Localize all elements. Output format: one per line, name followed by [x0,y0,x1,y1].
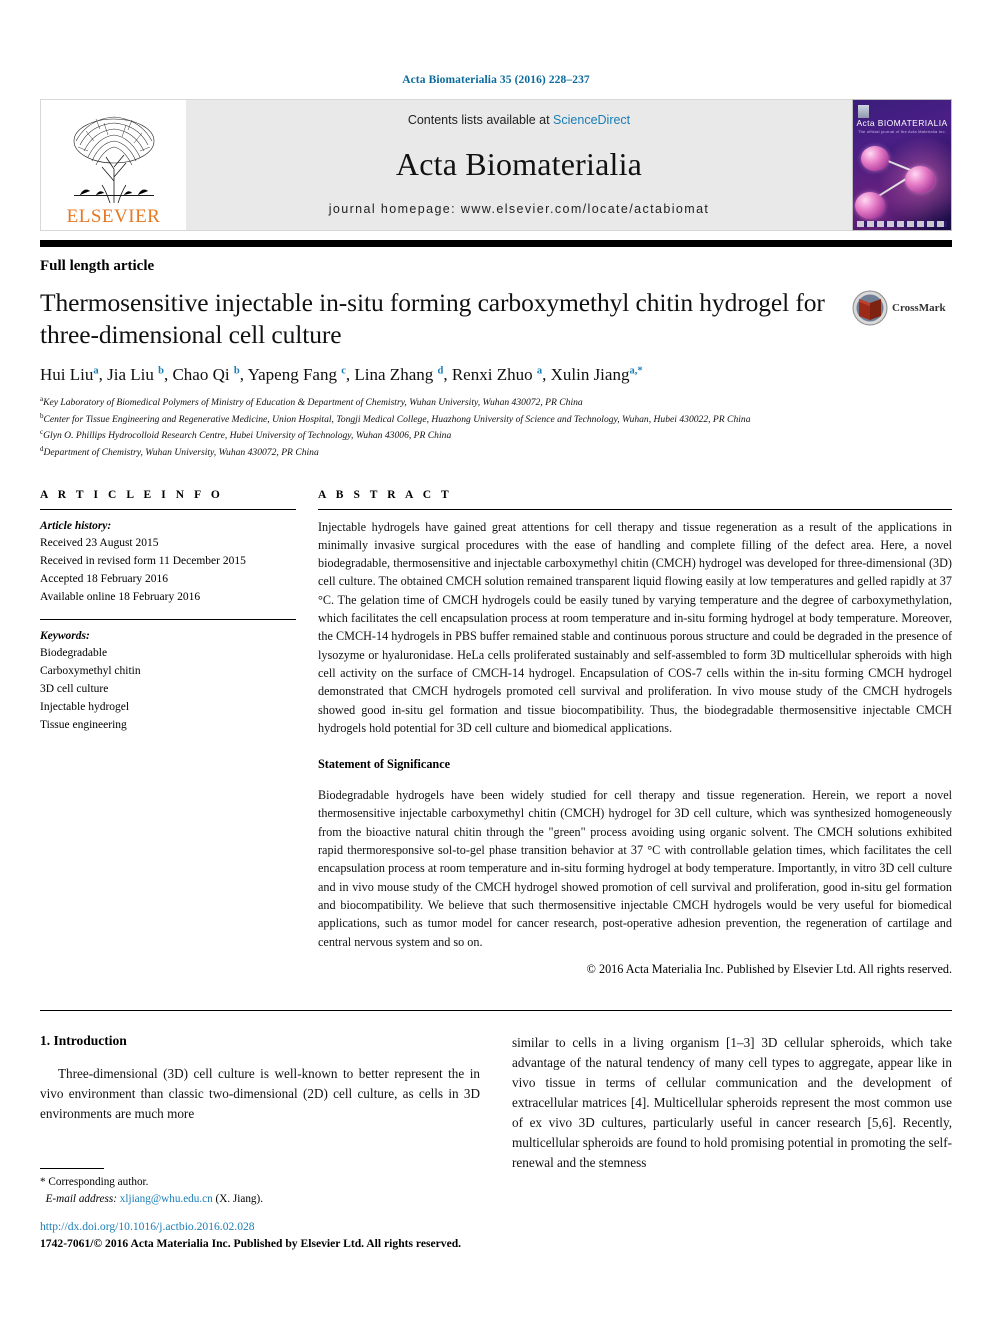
running-head: Acta Biomaterialia 35 (2016) 228–237 [402,74,590,86]
affiliation-text: Key Laboratory of Biomedical Polymers of… [43,397,583,409]
elsevier-logo: ELSEVIER [40,99,186,231]
info-abstract-panel: A R T I C L E I N F O Article history: R… [40,489,952,977]
section-heading-introduction: 1. Introduction [40,1032,127,1048]
elsevier-wordmark: ELSEVIER [66,206,161,227]
keyword-item: Tissue engineering [40,718,127,731]
header-divider [40,240,952,247]
journal-homepage[interactable]: journal homepage: www.elsevier.com/locat… [329,202,710,216]
statement-of-significance-heading: Statement of Significance [318,757,451,772]
author-item: Chao Qi b [172,365,240,385]
issn-copyright-line: 1742-7061/© 2016 Acta Materialia Inc. Pu… [40,1236,462,1250]
elsevier-tree-icon [73,116,154,204]
crossmark-badge[interactable]: CrossMark [852,287,952,326]
sciencedirect-link[interactable]: ScienceDirect [553,113,630,127]
abstract-body: Injectable hydrogels have gained great a… [318,519,952,735]
cover-subtitle-text: The official journal of the Acta Materia… [857,129,946,134]
body-columns: 1. Introduction Three-dimensional (3D) c… [40,1033,952,1173]
journal-masthead: ELSEVIER Contents lists available at Sci… [40,99,952,231]
affiliation-item: bCenter for Tissue Engineering and Regen… [40,411,952,428]
contents-available-line: Contents lists available at ScienceDirec… [408,113,630,127]
abstract-copyright: © 2016 Acta Materialia Inc. Published by… [586,961,952,976]
cover-bottom-bar [857,221,947,227]
affiliation-item: dDepartment of Chemistry, Wuhan Universi… [40,444,952,461]
corresponding-author-line: * Corresponding author. [40,1176,149,1188]
cover-sphere [861,146,889,171]
history-item: Available online 18 February 2016 [40,590,201,603]
statement-of-significance-body: Biodegradable hydrogels have been widely… [318,788,952,949]
title-row: Thermosensitive injectable in-situ formi… [40,287,952,351]
email-suffix: (X. Jiang). [215,1192,264,1205]
author-item: Renxi Zhuo a [451,365,543,385]
divider [40,618,296,620]
masthead-center: Contents lists available at ScienceDirec… [186,99,852,231]
body-column-right: similar to cells in a living organism [1… [512,1033,952,1173]
intro-paragraph-right: similar to cells in a living organism [1… [512,1034,952,1171]
contents-prefix: Contents lists available at [407,113,554,127]
article-type-label: Full length article [40,258,155,274]
keyword-item: Injectable hydrogel [40,700,130,713]
keyword-item: Carboxymethyl chitin [40,665,141,678]
divider [40,508,296,510]
cover-sphere [905,166,935,193]
cover-badge-icon [858,105,869,118]
affiliation-text: Glyn O. Phillips Hydrocolloid Research C… [43,430,452,442]
keyword-item: Biodegradable [40,647,108,660]
abstract-bottom-divider [40,1009,952,1011]
doi-link[interactable]: http://dx.doi.org/10.1016/j.actbio.2016.… [40,1219,640,1236]
crossmark-icon [852,290,888,326]
abstract-column: A B S T R A C T Injectable hydrogels hav… [318,489,952,977]
email-label: E-mail address: [45,1192,117,1205]
author-list: Hui Liua, Jia Liu b, Chao Qi b, Yapeng F… [40,365,643,385]
cover-sphere [855,192,885,219]
author-item: Hui Liua [40,365,99,385]
article-info-heading: A R T I C L E I N F O [40,488,224,501]
intro-paragraph-left: Three-dimensional (3D) cell culture is w… [40,1065,480,1121]
cover-title-text: Acta BIOMATERIALIA [856,118,948,128]
history-item: Accepted 18 February 2016 [40,573,169,585]
body-column-left: 1. Introduction Three-dimensional (3D) c… [40,1033,480,1173]
affiliation-item: aKey Laboratory of Biomedical Polymers o… [40,394,952,411]
author-item: Yapeng Fang c [247,365,346,385]
divider [318,508,952,510]
keywords-label: Keywords: [40,629,90,642]
history-item: Received 23 August 2015 [40,537,159,550]
article-history-label: Article history: [40,519,112,532]
page-title: Thermosensitive injectable in-situ formi… [40,288,825,350]
affiliation-item: cGlyn O. Phillips Hydrocolloid Research … [40,427,952,444]
author-item: Lina Zhang d [354,365,444,385]
affiliation-text: Center for Tissue Engineering and Regene… [43,414,751,426]
author-item: Xulin Jianga,* [550,365,643,385]
affiliation-list: aKey Laboratory of Biomedical Polymers o… [40,394,952,460]
crossmark-label: CrossMark [892,302,946,314]
email-line: E-mail address: xljiang@whu.edu.cn (X. J… [40,1191,460,1208]
page-footer: http://dx.doi.org/10.1016/j.actbio.2016.… [40,1219,640,1253]
paper-page: Acta Biomaterialia 35 (2016) 228–237 ELS… [0,0,992,1323]
affiliation-text: Department of Chemistry, Wuhan Universit… [43,447,319,459]
history-item: Received in revised form 11 December 201… [40,555,246,568]
cover-artwork: Acta BIOMATERIALIA The official journal … [853,100,951,230]
article-info-column: A R T I C L E I N F O Article history: R… [40,489,318,977]
journal-title: Acta Biomaterialia [395,146,643,182]
corresponding-author-footnote: * Corresponding author. E-mail address: … [40,1168,460,1208]
email-link[interactable]: xljiang@whu.edu.cn [120,1193,213,1205]
author-item: Jia Liu b [107,365,164,385]
footnote-rule [40,1168,104,1169]
abstract-heading: A B S T R A C T [318,488,453,501]
journal-cover-thumbnail: Acta BIOMATERIALIA The official journal … [852,99,952,231]
keyword-item: 3D cell culture [40,683,109,696]
